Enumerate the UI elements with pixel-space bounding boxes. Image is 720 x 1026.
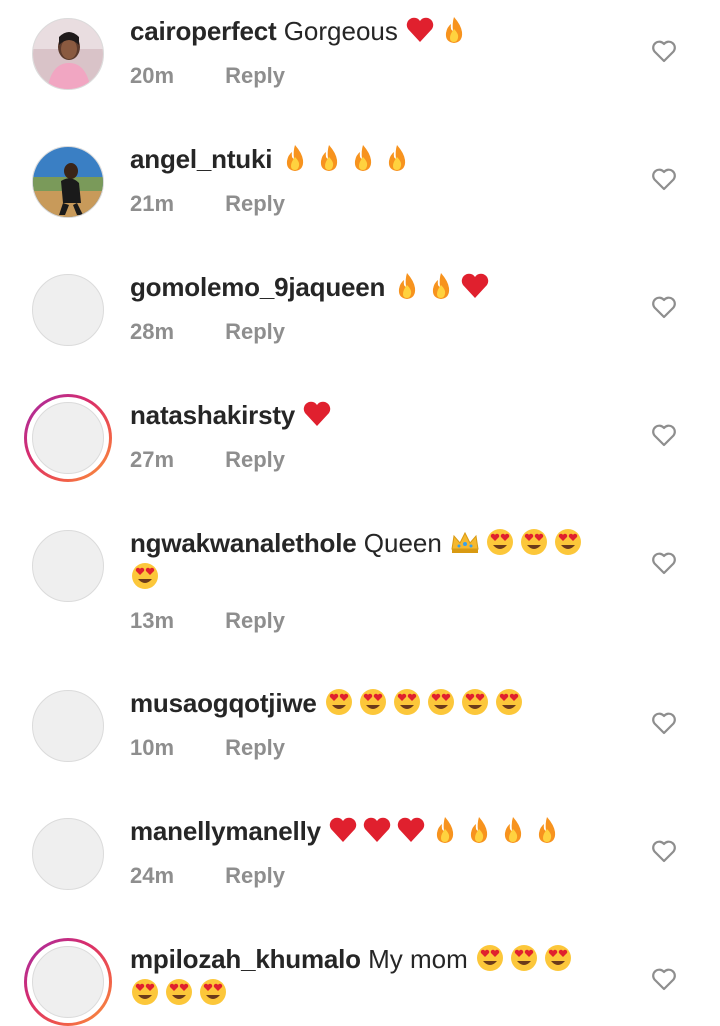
fire-icon xyxy=(320,145,337,171)
heart-outline-icon[interactable] xyxy=(651,167,677,191)
comment-body: Queen xyxy=(363,528,442,558)
comment-username[interactable]: angel_ntuki xyxy=(130,144,272,174)
avatar[interactable] xyxy=(32,818,104,890)
heart-eyes-icon xyxy=(359,689,386,715)
heart-outline-icon[interactable] xyxy=(651,839,677,863)
heart-eyes-icon xyxy=(521,529,548,555)
reply-button[interactable]: Reply xyxy=(225,863,285,889)
red-heart-icon xyxy=(304,401,331,426)
fire-icon xyxy=(388,145,405,171)
comment-timestamp: 20m xyxy=(130,63,175,88)
comment-meta: 28m Reply xyxy=(130,319,285,345)
avatar xyxy=(32,946,104,1018)
comment-username[interactable]: mpilozah_khumalo xyxy=(130,944,361,974)
comment-text: cairoperfect Gorgeous xyxy=(130,14,610,48)
reply-button[interactable]: Reply xyxy=(225,319,285,345)
fire-icon xyxy=(354,145,371,171)
comment-username[interactable]: cairoperfect xyxy=(130,16,277,46)
story-ring-gap xyxy=(27,941,109,1023)
red-heart-icon xyxy=(406,17,434,42)
comment-username[interactable]: musaogqotjiwe xyxy=(130,688,317,718)
heart-eyes-icon xyxy=(166,979,192,1005)
reply-button[interactable]: Reply xyxy=(225,447,285,473)
comment-text: gomolemo_9jaqueen xyxy=(130,270,610,304)
avatar[interactable] xyxy=(32,18,104,90)
comment-text: musaogqotjiwe xyxy=(130,686,610,720)
fire-icon xyxy=(504,817,522,843)
red-heart-icon xyxy=(363,817,391,842)
heart-outline-icon[interactable] xyxy=(651,295,677,319)
comment-username[interactable]: gomolemo_9jaqueen xyxy=(130,272,385,302)
heart-eyes-icon xyxy=(510,945,537,971)
comment-meta: 24m Reply xyxy=(130,863,285,889)
heart-eyes-icon xyxy=(325,689,352,715)
avatar[interactable] xyxy=(32,146,104,218)
heart-eyes-icon xyxy=(200,979,226,1005)
comment-timestamp: 27m xyxy=(130,447,175,472)
reply-button[interactable]: Reply xyxy=(225,735,285,761)
comment-body: Gorgeous xyxy=(283,16,398,46)
story-ring-gap xyxy=(27,397,109,479)
heart-eyes-icon xyxy=(555,529,582,555)
heart-outline-icon[interactable] xyxy=(651,551,677,575)
heart-outline-icon[interactable] xyxy=(651,39,677,63)
heart-eyes-icon xyxy=(132,563,158,589)
heart-eyes-icon xyxy=(487,529,514,555)
comment-timestamp: 13m xyxy=(130,608,175,633)
comment-timestamp: 21m xyxy=(130,191,175,216)
heart-eyes-icon xyxy=(461,689,488,715)
crown-icon xyxy=(451,531,479,553)
reply-button[interactable]: Reply xyxy=(225,191,285,217)
fire-icon xyxy=(436,817,454,843)
comment-meta: 21m Reply xyxy=(130,191,285,217)
comment-text: manellymanelly xyxy=(130,814,610,848)
avatar[interactable] xyxy=(32,274,104,346)
avatar[interactable] xyxy=(32,530,104,602)
heart-outline-icon[interactable] xyxy=(651,967,677,991)
comment-text: natashakirsty xyxy=(130,398,610,432)
heart-eyes-icon xyxy=(544,945,571,971)
comment-meta: 27m Reply xyxy=(130,447,285,473)
heart-eyes-icon xyxy=(393,689,420,715)
heart-eyes-icon xyxy=(132,979,158,1005)
reply-button[interactable]: Reply xyxy=(225,63,285,89)
fire-icon xyxy=(470,817,488,843)
comment-timestamp: 10m xyxy=(130,735,175,760)
comment-text: mpilozah_khumalo My mom xyxy=(130,942,610,1010)
comment-text: ngwakwanalethole Queen xyxy=(130,526,610,594)
comment-meta: 13m Reply xyxy=(130,608,285,634)
heart-eyes-icon xyxy=(427,689,454,715)
avatar[interactable] xyxy=(32,690,104,762)
reply-button[interactable]: Reply xyxy=(225,608,285,634)
heart-eyes-icon xyxy=(495,689,522,715)
comment-username[interactable]: ngwakwanalethole xyxy=(130,528,357,558)
heart-outline-icon[interactable] xyxy=(651,423,677,447)
fire-icon xyxy=(399,273,416,299)
red-heart-icon xyxy=(397,817,425,842)
comment-timestamp: 28m xyxy=(130,319,175,344)
comment-meta: 20m Reply xyxy=(130,63,285,89)
fire-icon xyxy=(538,817,556,843)
heart-outline-icon[interactable] xyxy=(651,711,677,735)
comment-timestamp: 24m xyxy=(130,863,175,888)
comments-list: cairoperfect Gorgeous 20m Reply angel_nt… xyxy=(0,0,720,1026)
heart-eyes-icon xyxy=(476,945,503,971)
fire-icon xyxy=(433,273,450,299)
fire-icon xyxy=(446,17,463,43)
red-heart-icon xyxy=(462,273,489,298)
comment-username[interactable]: natashakirsty xyxy=(130,400,295,430)
fire-icon xyxy=(286,145,303,171)
avatar xyxy=(32,402,104,474)
red-heart-icon xyxy=(329,817,357,842)
avatar-story-ring[interactable] xyxy=(24,938,112,1026)
comment-meta: 10m Reply xyxy=(130,735,285,761)
avatar-story-ring[interactable] xyxy=(24,394,112,482)
comment-username[interactable]: manellymanelly xyxy=(130,816,321,846)
comment-text: angel_ntuki xyxy=(130,142,610,176)
comment-body: My mom xyxy=(368,944,468,974)
